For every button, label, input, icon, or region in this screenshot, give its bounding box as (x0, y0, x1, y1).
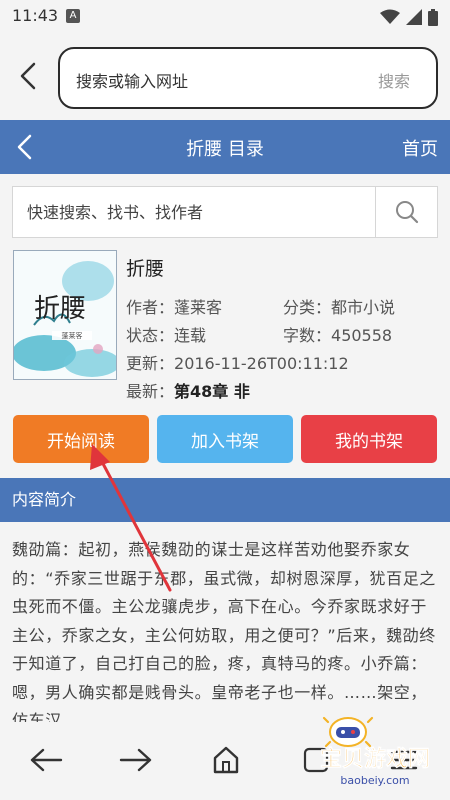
search-button[interactable] (375, 187, 437, 237)
word-count-value: 450558 (331, 326, 393, 345)
notification-icon: A (66, 9, 80, 23)
start-reading-button[interactable]: 开始阅读 (13, 415, 149, 463)
search-icon (395, 201, 418, 224)
updated-value: 2016-11-26T00:11:12 (174, 354, 349, 373)
battery-icon (428, 8, 438, 26)
my-shelf-button[interactable]: 我的书架 (301, 415, 437, 463)
browser-toolbar: 搜索或输入网址 搜索 (0, 34, 450, 118)
status-time: 11:43 (12, 6, 59, 25)
signal-icon (406, 9, 422, 25)
latest-chapter-link[interactable]: 第48章 非 (174, 382, 250, 401)
nav-forward-button[interactable] (116, 740, 156, 780)
book-status-label: 状态： (126, 326, 175, 345)
category-info: 分类：都市小说 (283, 294, 395, 318)
word-count-info: 字数：450558 (283, 322, 392, 346)
updated-label: 更新： (126, 354, 175, 373)
arrow-right-icon (119, 748, 152, 772)
category-value: 都市小说 (331, 298, 396, 317)
author-value: 蓬莱客 (174, 298, 223, 317)
intro-text: 魏劭篇：起初，燕侯魏劭的谋士是这样苦劝他娶乔家女的：“乔家三世踞于东郡，虽式微，… (12, 540, 436, 730)
url-bar[interactable]: 搜索或输入网址 搜索 (58, 47, 438, 109)
add-to-shelf-button[interactable]: 加入书架 (157, 415, 293, 463)
wifi-icon (380, 9, 400, 24)
book-title: 折腰 (126, 258, 165, 280)
cover-author-text: 蓬莱客 (62, 331, 83, 340)
url-search-button[interactable]: 搜索 (378, 68, 410, 92)
status-bar: 11:43 A (0, 0, 450, 34)
updated-info: 更新：2016-11-26T00:11:12 (126, 350, 349, 374)
home-link[interactable]: 首页 (402, 135, 438, 161)
svg-text:baobeiy.com: baobeiy.com (340, 774, 409, 787)
browser-back-icon[interactable] (14, 58, 44, 94)
latest-label: 最新： (126, 382, 175, 401)
book-status-value: 连载 (174, 326, 207, 345)
gamepad-icon (322, 716, 374, 748)
intro-heading: 内容简介 (0, 478, 450, 522)
search-input[interactable] (13, 187, 375, 237)
status-icons (380, 8, 438, 26)
author-label: 作者： (126, 298, 175, 317)
category-label: 分类： (283, 298, 332, 317)
cover-title-text: 折腰 (34, 294, 86, 324)
author-info: 作者：蓬莱客 (126, 294, 222, 318)
latest-info: 最新：第48章 非 (126, 378, 250, 402)
arrow-left-icon (30, 748, 63, 772)
home-icon (213, 746, 239, 774)
nav-back-button[interactable] (26, 740, 66, 780)
book-cover-art: 折腰 蓬莱客 (14, 251, 116, 379)
site-header: 折腰 目录 首页 (0, 120, 450, 174)
word-count-label: 字数： (283, 326, 332, 345)
url-placeholder: 搜索或输入网址 (76, 72, 189, 91)
book-cover[interactable]: 折腰 蓬莱客 (13, 250, 117, 380)
svg-text:宝贝游戏网: 宝贝游戏网 (320, 746, 430, 772)
site-search (12, 186, 438, 238)
nav-home-button[interactable] (206, 740, 246, 780)
status-info: 状态：连载 (126, 322, 206, 346)
page-title: 折腰 目录 (186, 139, 264, 160)
watermark-logo: 宝贝游戏网 baobeiy.com (320, 716, 430, 787)
